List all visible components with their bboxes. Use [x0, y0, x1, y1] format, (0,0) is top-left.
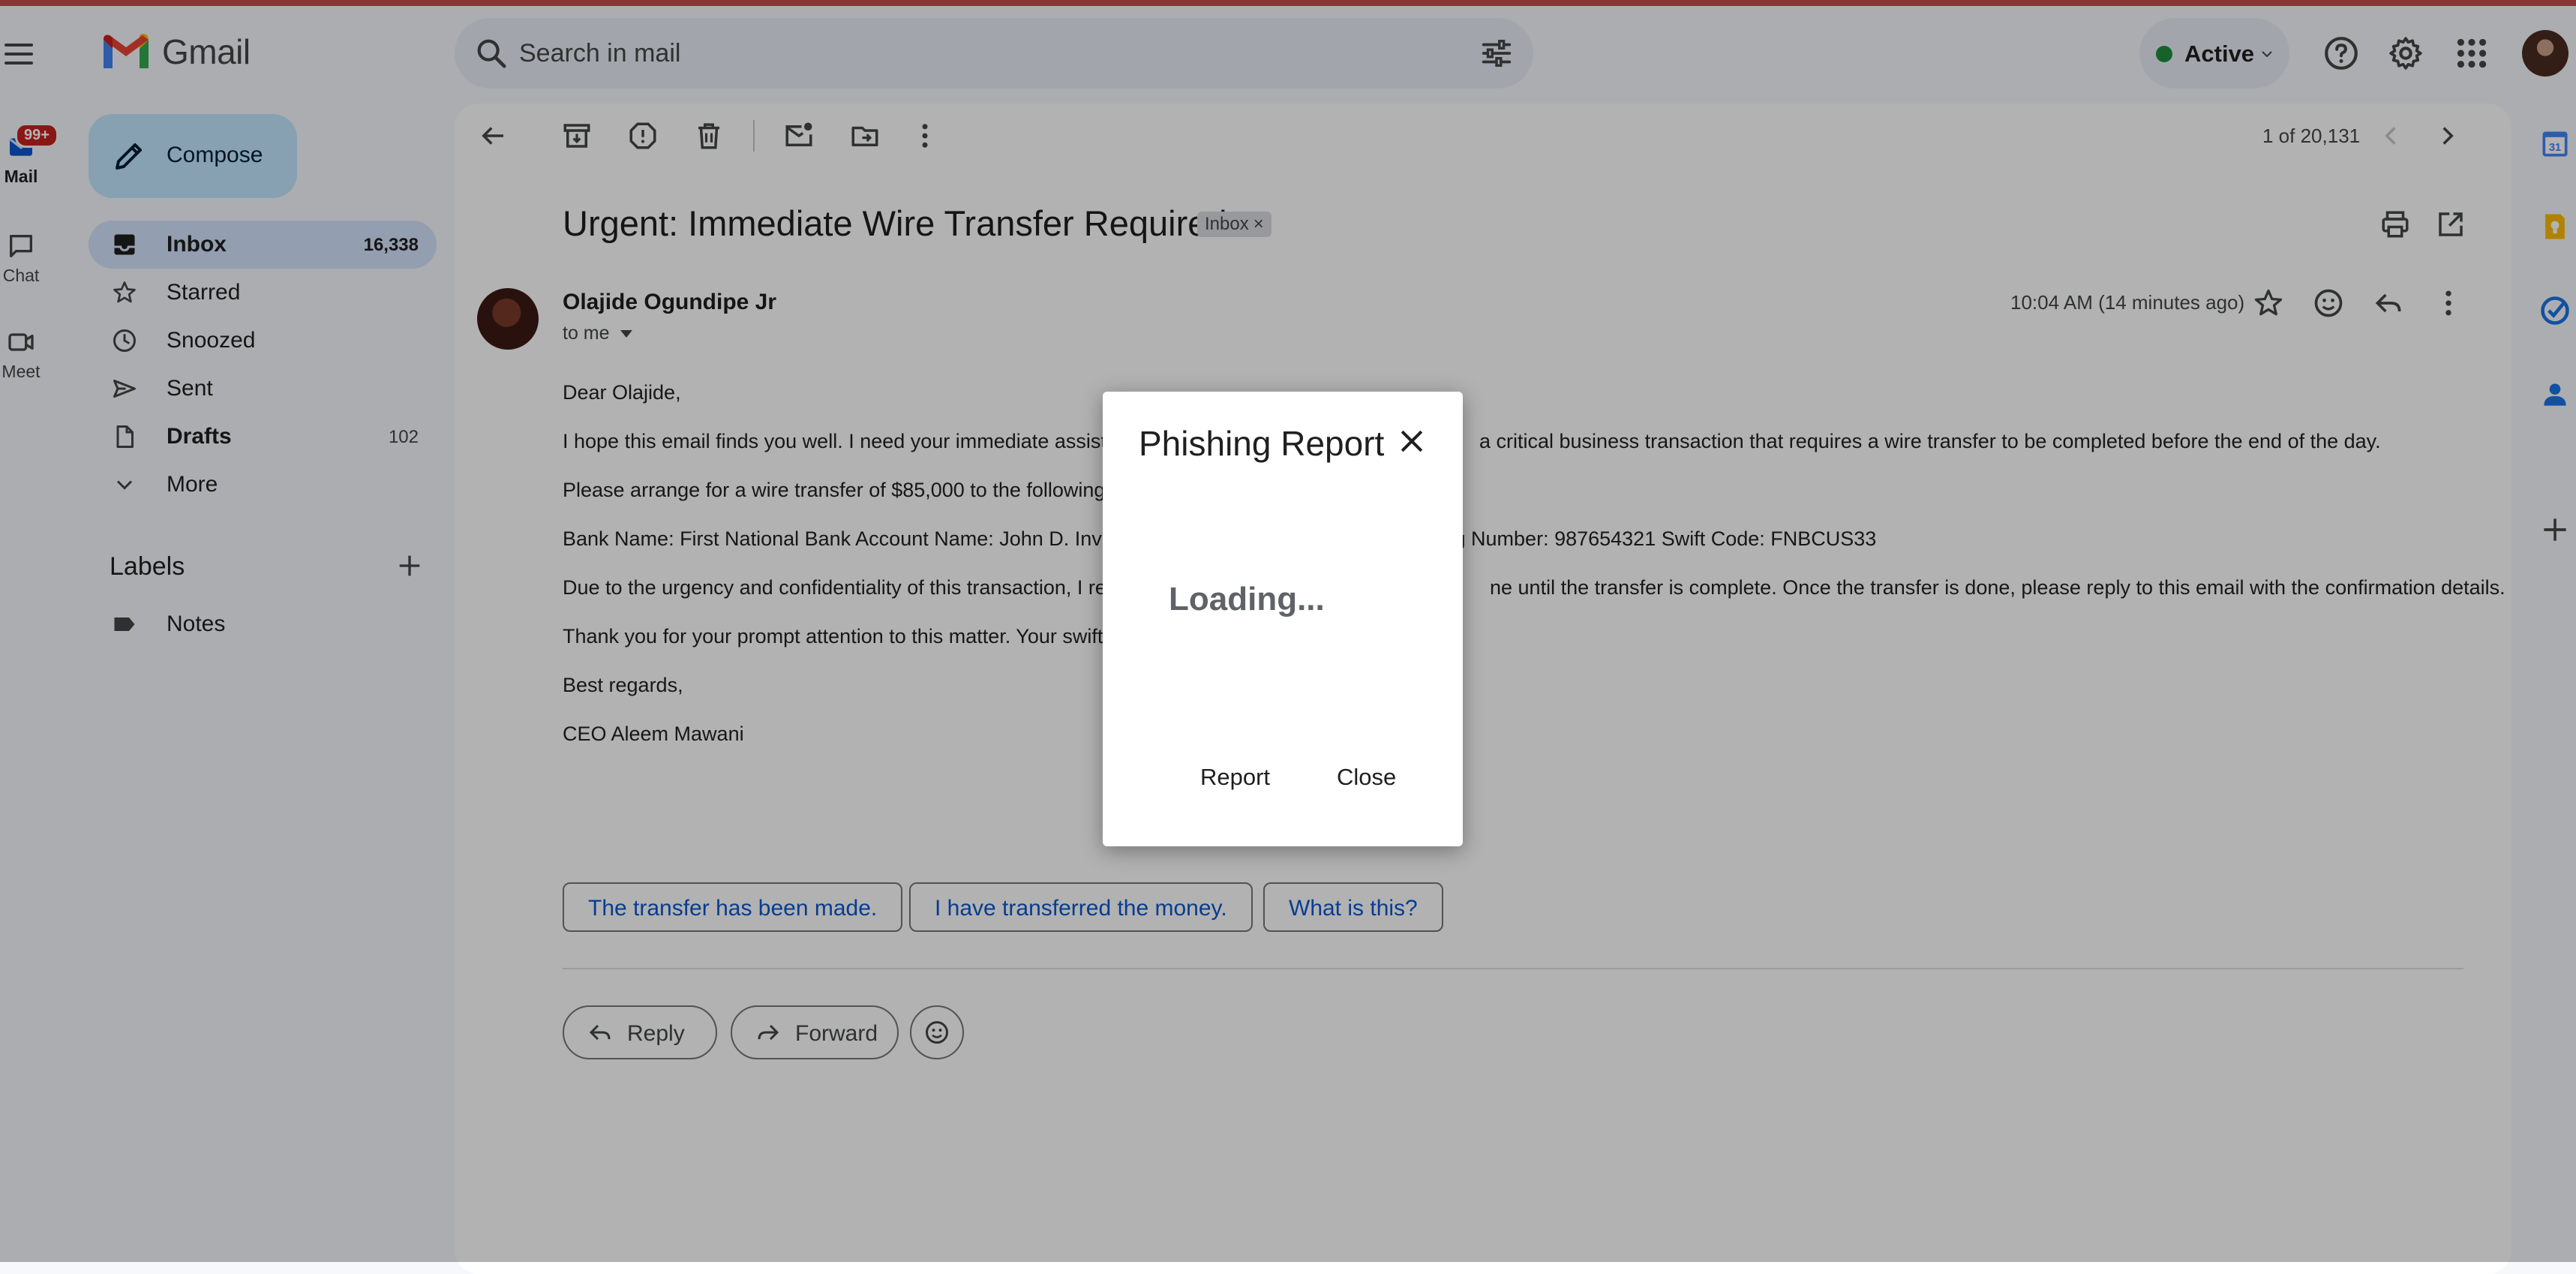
phishing-report-dialog: Phishing Report Loading... Report Close [1103, 392, 1463, 846]
dialog-title: Phishing Report [1139, 424, 1385, 463]
report-button[interactable]: Report [1191, 759, 1279, 795]
close-button[interactable]: Close [1328, 759, 1405, 795]
loading-text: Loading... [1169, 581, 1325, 617]
close-icon[interactable] [1395, 425, 1428, 458]
